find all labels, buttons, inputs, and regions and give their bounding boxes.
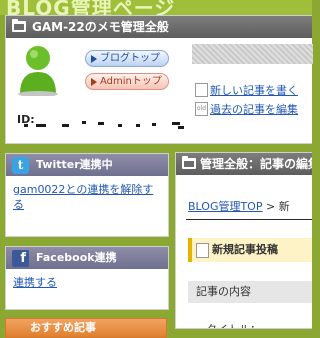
- document-icon: [196, 243, 209, 258]
- twitter-box-header: t Twitter連携中: [6, 154, 168, 176]
- edit-old-posts-link[interactable]: old 過去の記事を編集: [195, 101, 298, 117]
- twitter-icon: t: [12, 157, 29, 174]
- arrow-right-icon: [91, 78, 97, 86]
- folder-icon: [12, 19, 26, 32]
- edit-old-posts-label: 過去の記事を編集: [210, 103, 298, 116]
- decorative-strip: [192, 44, 313, 64]
- admin-top-button-label: Adminトップ: [100, 76, 162, 87]
- facebook-link-link[interactable]: 連携する: [6, 269, 168, 296]
- site-banner: BLOG管理ページ: [0, 0, 312, 15]
- breadcrumb: BLOG管理TOP > 新: [188, 198, 290, 214]
- blog-top-button[interactable]: ブログトップ: [85, 50, 169, 67]
- old-document-icon: old: [195, 102, 208, 116]
- admin-top-button[interactable]: Adminトップ: [85, 73, 169, 90]
- title-field-label: タイトル：: [206, 321, 261, 328]
- facebook-box-title: Facebook連携: [36, 251, 117, 264]
- user-panel: GAM-22のメモ管理全般 ブログトップ Adminトップ 新しい記事を書く o…: [5, 15, 313, 144]
- breadcrumb-separator: >: [265, 200, 276, 213]
- facebook-box-header: f Facebook連携: [6, 247, 168, 269]
- folder-icon: [182, 156, 196, 169]
- main-panel-title: 管理全般：記事の編集: [200, 157, 312, 171]
- avatar: [18, 46, 58, 96]
- main-panel-header: 管理全般：記事の編集: [176, 153, 312, 175]
- content-section-heading: 記事の内容: [188, 281, 312, 303]
- breadcrumb-current: 新: [278, 200, 290, 213]
- document-icon: [195, 83, 208, 97]
- recommended-box-header: おすすめ記事: [5, 318, 167, 338]
- arrow-right-icon: [91, 55, 97, 63]
- recommended-box-title: おすすめ記事: [30, 321, 96, 334]
- site-logo[interactable]: BLOG管理ページ: [6, 0, 175, 15]
- divider: [186, 219, 312, 220]
- user-panel-title: GAM-22のメモ管理全般: [32, 20, 169, 34]
- breadcrumb-home-link[interactable]: BLOG管理TOP: [188, 200, 262, 213]
- new-post-link[interactable]: 新しい記事を書く: [195, 82, 298, 98]
- facebook-box: f Facebook連携 連携する: [5, 246, 169, 310]
- user-panel-header: GAM-22のメモ管理全般: [6, 16, 312, 38]
- new-post-heading-label: 新規記事投稿: [212, 243, 278, 256]
- new-post-heading: 新規記事投稿: [188, 238, 312, 262]
- blog-top-button-label: ブログトップ: [100, 53, 160, 64]
- new-post-link-label: 新しい記事を書く: [210, 84, 298, 97]
- twitter-unlink-link[interactable]: gam0022との連携を解除する: [6, 176, 168, 218]
- main-panel: 管理全般：記事の編集 BLOG管理TOP > 新 新規記事投稿 記事の内容 タイ…: [175, 152, 312, 329]
- twitter-box-title: Twitter連携中: [36, 158, 113, 171]
- twitter-box: t Twitter連携中 gam0022との連携を解除する: [5, 153, 169, 237]
- facebook-icon: f: [12, 250, 29, 267]
